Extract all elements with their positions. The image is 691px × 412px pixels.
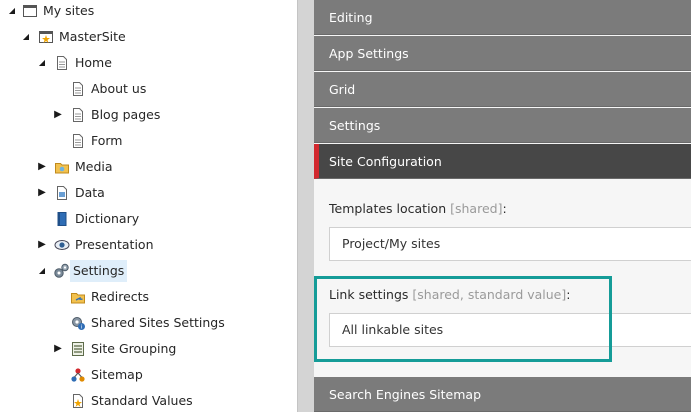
expand-arrow-icon[interactable]: ▶ xyxy=(36,156,48,178)
tree-node-label[interactable]: Presentation xyxy=(72,234,157,256)
tree-node-label[interactable]: Redirects xyxy=(88,286,152,308)
section-search-engines-sitemap[interactable]: Search Engines Sitemap xyxy=(314,377,691,412)
media-folder-icon xyxy=(55,163,69,174)
templates-location-input[interactable]: Project/My sites xyxy=(329,227,691,261)
section-app-settings[interactable]: App Settings xyxy=(314,36,691,71)
expand-arrow-icon[interactable]: ▶ xyxy=(36,234,48,256)
tree-node-label[interactable]: My sites xyxy=(40,0,97,22)
page-icon xyxy=(73,134,83,148)
tree-node-label[interactable]: Settings xyxy=(70,260,128,282)
field-label-text: Templates location xyxy=(329,201,447,216)
field-label-text: Link settings xyxy=(329,287,409,302)
field-meta-text: [shared] xyxy=(450,201,503,216)
field-label-colon: : xyxy=(566,287,571,302)
field-meta-text: [shared, standard value] xyxy=(412,287,567,302)
standard-values-icon xyxy=(73,394,83,408)
field-label-colon: : xyxy=(502,201,507,216)
expand-arrow-icon[interactable]: ▶ xyxy=(52,104,64,126)
tree-node-label[interactable]: Media xyxy=(72,156,116,178)
content-tree: ◢ My sites ◢ MasterSite ◢ Home About us xyxy=(0,0,297,412)
collapse-arrow-icon[interactable]: ◢ xyxy=(36,260,48,282)
expand-arrow-icon[interactable]: ▶ xyxy=(36,182,48,204)
tree-node-label[interactable]: MasterSite xyxy=(56,26,129,48)
tree-node-label[interactable]: Data xyxy=(72,182,108,204)
tree-node-label[interactable]: Site Grouping xyxy=(88,338,179,360)
gears-icon xyxy=(54,263,69,278)
tree-node-label[interactable]: Standard Values xyxy=(88,390,196,412)
section-site-configuration[interactable]: Site Configuration xyxy=(314,144,691,179)
tree-node-label[interactable]: Dictionary xyxy=(72,208,142,230)
tree-node-label[interactable]: Home xyxy=(72,52,115,74)
data-page-icon xyxy=(57,186,67,200)
tree-node-label[interactable]: Form xyxy=(88,130,126,152)
link-settings-input[interactable]: All linkable sites xyxy=(329,313,691,347)
templates-location-label: Templates location [shared]: xyxy=(329,201,507,216)
redirect-folder-icon xyxy=(71,293,85,304)
shared-settings-icon: i xyxy=(72,317,85,331)
pane-splitter[interactable] xyxy=(297,0,314,412)
section-settings[interactable]: Settings xyxy=(314,108,691,143)
list-group-icon xyxy=(72,342,84,356)
tree-node-label[interactable]: Sitemap xyxy=(88,364,146,386)
window-icon xyxy=(23,5,37,17)
tree-node-label[interactable]: Shared Sites Settings xyxy=(88,312,228,334)
eye-icon xyxy=(54,240,70,250)
section-editing[interactable]: Editing xyxy=(314,0,691,35)
collapse-arrow-icon[interactable]: ◢ xyxy=(6,0,18,22)
section-grid[interactable]: Grid xyxy=(314,72,691,107)
page-icon xyxy=(73,82,83,96)
page-icon xyxy=(57,56,67,70)
page-icon xyxy=(73,108,83,122)
book-icon xyxy=(57,212,67,226)
link-settings-label: Link settings [shared, standard value]: xyxy=(329,287,570,302)
collapse-arrow-icon[interactable]: ◢ xyxy=(36,52,48,74)
tree-node-label[interactable]: Blog pages xyxy=(88,104,163,126)
site-star-icon xyxy=(39,31,53,43)
tree-node-label[interactable]: About us xyxy=(88,78,149,100)
content-editor: Editing App Settings Grid Settings Site … xyxy=(314,0,691,412)
sitemap-icon xyxy=(71,368,85,382)
collapse-arrow-icon[interactable]: ◢ xyxy=(20,26,32,48)
expand-arrow-icon[interactable]: ▶ xyxy=(52,338,64,360)
